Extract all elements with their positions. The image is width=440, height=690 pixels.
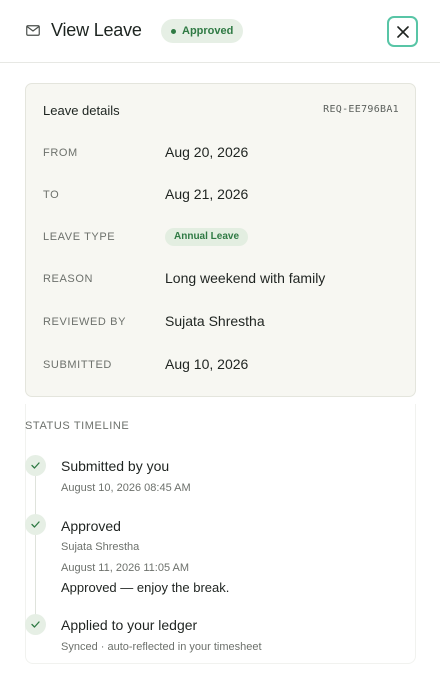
- timeline-event-time: August 10, 2026 08:45 AM: [61, 482, 191, 494]
- check-icon: [25, 455, 46, 476]
- card-title: Leave details: [43, 103, 120, 118]
- detail-label: REASON: [43, 273, 94, 285]
- detail-value: Sujata Shrestha: [165, 313, 265, 329]
- timeline-event-note: Approved — enjoy the break.: [61, 580, 230, 595]
- request-reference: REQ-EE796BA1: [323, 104, 399, 115]
- timeline-connector: [35, 535, 36, 615]
- check-icon: [25, 514, 46, 535]
- check-icon: [25, 614, 46, 635]
- timeline-connector: [35, 476, 36, 516]
- timeline-event-title: Approved: [61, 518, 121, 534]
- detail-row-submitted: SUBMITTED Aug 10, 2026: [43, 356, 403, 376]
- leave-details-card: Leave details REQ-EE796BA1 FROM Aug 20, …: [25, 83, 416, 397]
- detail-label: TO: [43, 189, 60, 201]
- timeline-event-time: August 11, 2026 11:05 AM: [61, 562, 190, 574]
- detail-value: Long weekend with family: [165, 270, 326, 286]
- detail-row-leave-type: LEAVE TYPE Annual Leave: [43, 228, 403, 248]
- status-badge: Approved: [161, 19, 244, 43]
- page-title: View Leave: [51, 20, 142, 40]
- detail-row-reviewed-by: REVIEWED BY Sujata Shrestha: [43, 313, 403, 333]
- detail-row-from: FROM Aug 20, 2026: [43, 144, 403, 164]
- status-badge-label: Approved: [182, 25, 234, 37]
- leave-type-badge: Annual Leave: [165, 228, 249, 246]
- detail-label: SUBMITTED: [43, 359, 112, 371]
- close-button[interactable]: [387, 16, 418, 47]
- detail-label: FROM: [43, 147, 78, 159]
- timeline-event-reviewer: Sujata Shrestha: [61, 541, 140, 553]
- detail-value: Aug 10, 2026: [165, 356, 249, 372]
- detail-row-reason: REASON Long weekend with family: [43, 270, 403, 290]
- detail-row-to: TO Aug 21, 2026: [43, 186, 403, 206]
- timeline-event-title: Applied to your ledger: [61, 617, 198, 633]
- detail-label: REVIEWED BY: [43, 316, 127, 328]
- timeline-event-title: Submitted by you: [61, 458, 170, 474]
- modal-header: View Leave Approved: [0, 0, 440, 63]
- detail-label: LEAVE TYPE: [43, 231, 116, 243]
- status-dot: [171, 28, 176, 34]
- timeline-heading: STATUS TIMELINE: [25, 420, 130, 432]
- close-icon: [396, 25, 409, 38]
- detail-value: Aug 21, 2026: [165, 186, 249, 202]
- timeline-event-meta: Synced · auto-reflected in your timeshee…: [61, 641, 262, 653]
- mail-icon: [26, 25, 40, 36]
- detail-value: Aug 20, 2026: [165, 144, 249, 160]
